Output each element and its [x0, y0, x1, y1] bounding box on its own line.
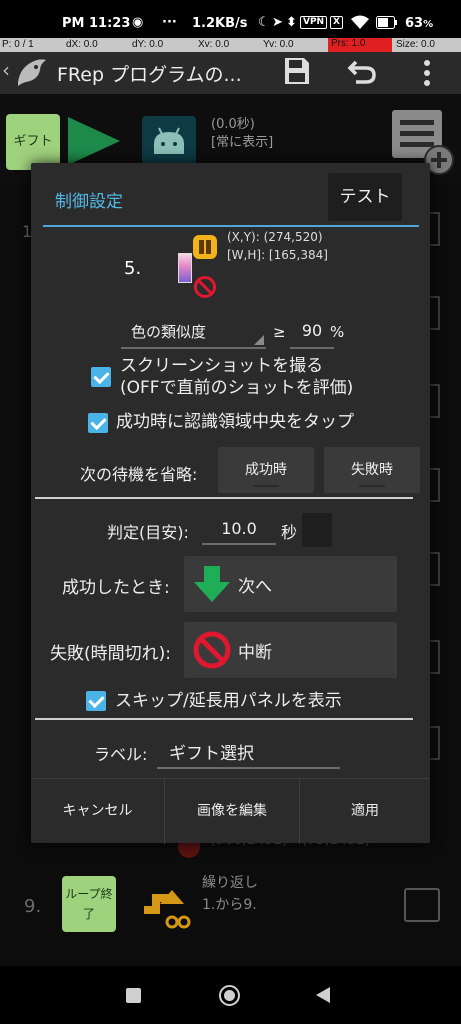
cancel-button[interactable]: キャンセル: [31, 779, 164, 844]
judge-option-box[interactable]: [302, 513, 332, 547]
pointer-dx: dX: 0.0: [66, 39, 98, 50]
notification-icon: ◉: [132, 15, 144, 30]
pointer-size: Size: 0.0: [396, 39, 435, 50]
on-success-action-button[interactable]: 次へ: [184, 556, 397, 612]
on-fail-label: 失敗(時間切れ):: [50, 644, 171, 664]
apply-button[interactable]: 適用: [300, 779, 430, 844]
status-bar: PM 11:23 ◉ ··· 1.2KB/s ☾ ➤ ⬍ VPN X 63%: [0, 0, 461, 38]
loop-end-label: 了: [82, 907, 95, 921]
target-image-thumbnail[interactable]: [178, 253, 192, 283]
on-success-action: 次へ: [238, 577, 272, 597]
play-icon[interactable]: [68, 117, 120, 165]
toolbar-title: FRep プログラムの...: [57, 64, 242, 86]
region-coords: (X,Y): (274,520) [W,H]: [165,384]: [227, 228, 328, 264]
pointer-location-bar: P: 0 / 1 dX: 0.0 dY: 0.0 Xv: 0.0 Yv: 0.0…: [0, 38, 461, 52]
wifi-icon: [351, 15, 369, 29]
recent-apps-icon[interactable]: [126, 988, 141, 1003]
location-icon: ➤: [272, 15, 283, 30]
arrow-down-icon: [194, 566, 230, 602]
network-speed: 1.2KB/s: [192, 16, 248, 31]
toggle-indicator: [253, 485, 279, 487]
skip-wait-label: 次の待機を省略:: [80, 465, 198, 484]
on-success-label: 成功したとき:: [62, 578, 170, 598]
tap-center-label: 成功時に認識領域中央をタップ: [116, 412, 354, 432]
pointer-pressure: Prs: 1.0: [328, 38, 392, 52]
interval-seconds: (0.0秒): [211, 117, 255, 132]
pointer-xv: Xv: 0.0: [198, 39, 230, 50]
loop-description: 繰り返し 1.から9.: [202, 872, 258, 916]
on-fail-action: 中断: [238, 643, 272, 663]
back-nav-icon[interactable]: [316, 987, 330, 1003]
show-panel-label: スキップ/延長用パネルを表示: [115, 691, 342, 711]
edit-image-button[interactable]: 画像を編集: [165, 779, 299, 844]
app-toolbar: ‹ FRep プログラムの...: [0, 52, 461, 94]
home-icon[interactable]: [219, 985, 240, 1006]
test-button[interactable]: テスト: [328, 173, 402, 221]
loop-arrow-icon: [144, 890, 191, 929]
list-item[interactable]: 9. ループ終 了 繰り返し 1.から9.: [0, 860, 461, 950]
screenshot-label-line2: (OFFで直前のショットを評価): [120, 378, 354, 398]
pointer-yv: Yv: 0.0: [263, 39, 294, 50]
tap-center-checkbox[interactable]: [88, 413, 108, 433]
pause-icon[interactable]: [193, 235, 217, 259]
loop-title: 繰り返し: [202, 875, 258, 891]
more-options-icon[interactable]: [420, 58, 434, 88]
dialog-title: 制御設定: [55, 192, 123, 212]
skip-on-success-button[interactable]: 成功時: [218, 447, 314, 493]
judge-time-input[interactable]: 10.0: [202, 513, 276, 545]
toggle-indicator: [359, 485, 385, 487]
coords-xy: (X,Y): (274,520): [227, 230, 323, 244]
battery-icon: [376, 16, 397, 29]
step-number: 5.: [124, 258, 142, 279]
loop-end-label: ループ終: [65, 887, 113, 901]
section-divider: [35, 497, 413, 499]
sim-off-icon: X: [330, 16, 343, 29]
show-panel-checkbox[interactable]: [86, 691, 106, 711]
label-field-label: ラベル:: [94, 745, 148, 764]
title-divider: [43, 225, 419, 227]
coords-wh: [W,H]: [165,384]: [227, 248, 328, 262]
loop-end-button[interactable]: ループ終 了: [62, 876, 116, 932]
loop-range: 1.から9.: [202, 897, 257, 913]
stop-icon: [193, 631, 231, 669]
row-number: 9.: [24, 896, 42, 917]
section-divider: [35, 718, 413, 720]
skip-on-fail-button[interactable]: 失敗時: [324, 447, 420, 493]
row-checkbox[interactable]: [404, 888, 440, 922]
skip-on-success-label: 成功時: [245, 462, 287, 478]
undo-icon[interactable]: [347, 56, 377, 86]
frep-logo-icon: [18, 59, 46, 86]
vpn-icon: VPN: [300, 16, 328, 29]
interval-info: (0.0秒) [常に表示]: [211, 116, 273, 152]
more-notifications-icon: ···: [162, 15, 177, 30]
pointer-dy: dY: 0.0: [132, 39, 164, 50]
pointer-count: P: 0 / 1: [2, 39, 34, 50]
do-not-disturb-icon: ☾: [258, 15, 270, 30]
back-icon[interactable]: ‹: [2, 58, 10, 82]
similarity-type-select[interactable]: 色の類似度: [121, 317, 266, 349]
control-settings-dialog: 制御設定 テスト 5. (X,Y): (274,520) [W,H]: [165…: [31, 163, 430, 844]
on-fail-action-button[interactable]: 中断: [184, 622, 397, 678]
screenshot-label-line1: スクリーンショットを撮る: [120, 356, 324, 376]
judge-label: 判定(目安):: [107, 523, 189, 542]
screenshot-checkbox-label: スクリーンショットを撮る (OFFで直前のショットを評価): [120, 355, 353, 399]
bluetooth-icon: ⬍: [286, 15, 297, 30]
gift-label-button[interactable]: ギフト: [6, 114, 60, 170]
ge-symbol: ≥: [273, 323, 286, 341]
system-nav-bar: [0, 966, 461, 1024]
stop-icon: [194, 276, 216, 298]
save-icon[interactable]: [284, 57, 310, 85]
skip-on-fail-label: 失敗時: [351, 462, 393, 478]
screenshot-checkbox[interactable]: [91, 367, 111, 387]
label-input[interactable]: ギフト選択: [157, 735, 340, 769]
seconds-unit: 秒: [281, 523, 298, 542]
similarity-value-input[interactable]: 90: [290, 317, 334, 349]
percent-unit: %: [330, 323, 345, 341]
status-time: PM 11:23: [62, 16, 131, 31]
dialog-footer: キャンセル 画像を編集 適用: [31, 778, 430, 844]
android-icon[interactable]: [142, 116, 196, 168]
always-show-label: [常に表示]: [211, 135, 274, 150]
battery-level: 63%: [405, 16, 434, 31]
